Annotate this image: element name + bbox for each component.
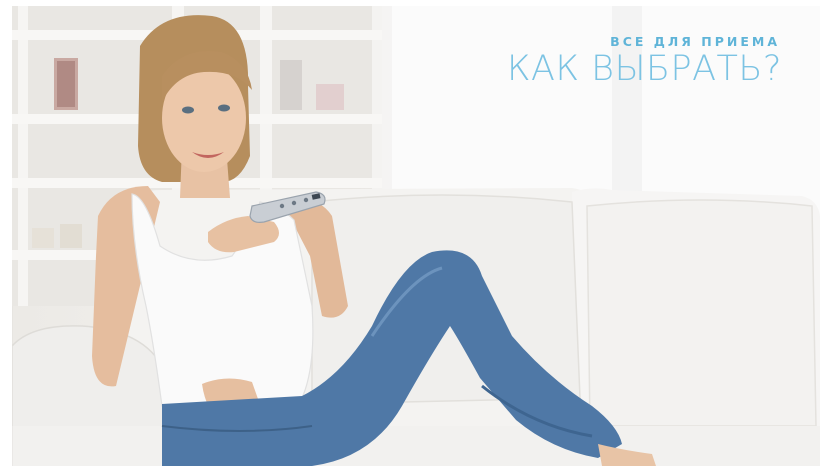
hero-photo: ВСЕ ДЛЯ ПРИЕМА КАК ВЫБРАТЬ? <box>12 6 820 466</box>
headline-kicker: ВСЕ ДЛЯ ПРИЕМА <box>610 34 780 49</box>
banner: ВСЕ ДЛЯ ПРИЕМА КАК ВЫБРАТЬ? <box>0 0 820 466</box>
headline: ВСЕ ДЛЯ ПРИЕМА КАК ВЫБРАТЬ? <box>507 34 782 88</box>
headline-title: КАК ВЫБРАТЬ? <box>506 49 782 89</box>
